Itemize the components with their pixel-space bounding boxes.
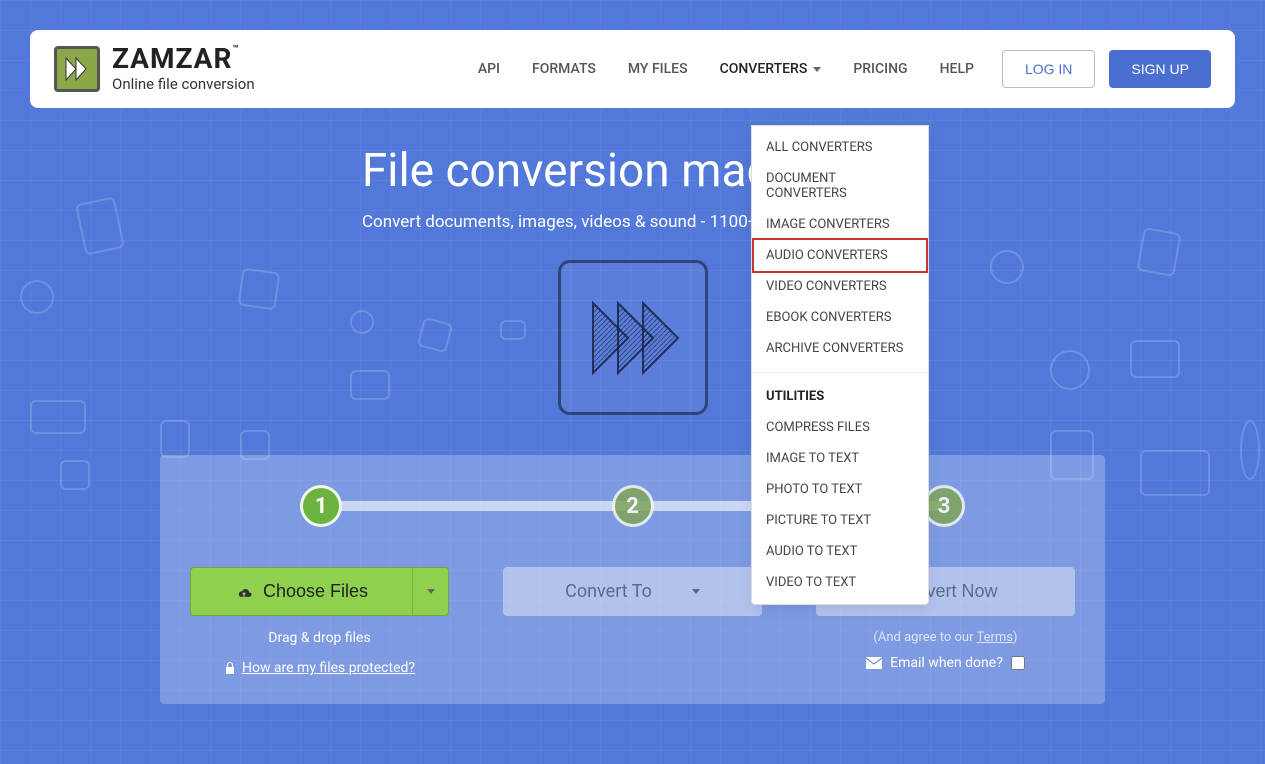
chevron-down-icon: [813, 67, 821, 72]
email-checkbox[interactable]: [1011, 656, 1025, 670]
email-icon: [866, 657, 882, 669]
dropdown-util-picture-to-text[interactable]: PICTURE TO TEXT: [752, 505, 928, 536]
files-protected-link[interactable]: How are my files protected?: [224, 660, 415, 676]
nav-api[interactable]: API: [464, 53, 514, 85]
logo-icon: [54, 46, 100, 92]
step-2: 2: [612, 485, 654, 527]
convert-to-col: Convert To: [503, 567, 762, 676]
dropdown-item-document[interactable]: DOCUMENT CONVERTERS: [752, 163, 928, 209]
cloud-upload-icon: [235, 585, 253, 599]
hero-subtitle: Convert documents, images, videos & soun…: [0, 212, 1265, 232]
signup-button[interactable]: SIGN UP: [1109, 50, 1211, 88]
dropdown-item-image[interactable]: IMAGE CONVERTERS: [752, 209, 928, 240]
hero-logo-icon: [558, 260, 708, 415]
dropdown-utilities-header: UTILITIES: [752, 381, 928, 412]
chevron-down-icon: [692, 589, 700, 594]
drag-drop-hint: Drag & drop files: [268, 630, 370, 646]
convert-to-label: Convert To: [565, 581, 652, 602]
dropdown-util-photo-to-text[interactable]: PHOTO TO TEXT: [752, 474, 928, 505]
lock-icon: [224, 661, 236, 675]
hero: File conversion made easy Convert docume…: [0, 144, 1265, 415]
nav-myfiles[interactable]: MY FILES: [614, 53, 702, 85]
files-protected-text: How are my files protected?: [242, 660, 415, 676]
logo-text: ZAMZAR™ Online file conversion: [112, 45, 255, 93]
brand-name: ZAMZAR: [112, 42, 232, 75]
dropdown-item-archive[interactable]: ARCHIVE CONVERTERS: [752, 333, 928, 364]
email-label: Email when done?: [890, 655, 1003, 671]
main-nav: API FORMATS MY FILES CONVERTERS PRICING …: [464, 50, 1211, 88]
nav-help[interactable]: HELP: [926, 53, 988, 85]
nav-formats[interactable]: FORMATS: [518, 53, 610, 85]
step-1: 1: [300, 485, 342, 527]
nav-converters[interactable]: CONVERTERS: [706, 53, 836, 85]
login-button[interactable]: LOG IN: [1002, 50, 1095, 88]
choose-files-button-group: Choose Files: [190, 567, 449, 616]
choose-files-col: Choose Files Drag & drop files How are m…: [190, 567, 449, 676]
hero-title: File conversion made easy: [0, 144, 1265, 198]
dropdown-util-image-to-text[interactable]: IMAGE TO TEXT: [752, 443, 928, 474]
dropdown-util-audio-to-text[interactable]: AUDIO TO TEXT: [752, 536, 928, 567]
terms-prefix: (And agree to our: [873, 630, 976, 645]
steps-panel: 1 2 3 Choose Files Drag & drop files How…: [160, 455, 1105, 704]
terms-suffix: ): [1013, 630, 1018, 645]
email-when-done: Email when done?: [866, 655, 1025, 671]
convert-to-select[interactable]: Convert To: [503, 567, 762, 616]
dropdown-item-all[interactable]: ALL CONVERTERS: [752, 132, 928, 163]
dropdown-util-video-to-text[interactable]: VIDEO TO TEXT: [752, 567, 928, 598]
brand-tagline: Online file conversion: [112, 75, 255, 93]
nav-converters-label: CONVERTERS: [720, 61, 808, 77]
header: ZAMZAR™ Online file conversion API FORMA…: [30, 30, 1235, 108]
dropdown-item-audio[interactable]: AUDIO CONVERTERS: [752, 238, 928, 273]
trademark: ™: [232, 44, 239, 55]
choose-files-caret-button[interactable]: [413, 567, 449, 616]
terms-hint: (And agree to our Terms): [873, 630, 1017, 645]
step-3: 3: [923, 485, 965, 527]
chevron-down-icon: [427, 589, 435, 594]
choose-files-label: Choose Files: [263, 581, 368, 602]
nav-pricing[interactable]: PRICING: [839, 53, 921, 85]
dropdown-item-ebook[interactable]: EBOOK CONVERTERS: [752, 302, 928, 333]
actions-row: Choose Files Drag & drop files How are m…: [190, 567, 1075, 676]
terms-link[interactable]: Terms: [976, 630, 1013, 645]
dropdown-divider: [752, 372, 928, 373]
dropdown-util-compress[interactable]: COMPRESS FILES: [752, 412, 928, 443]
choose-files-button[interactable]: Choose Files: [190, 567, 413, 616]
converters-dropdown: ALL CONVERTERS DOCUMENT CONVERTERS IMAGE…: [751, 125, 929, 605]
dropdown-item-video[interactable]: VIDEO CONVERTERS: [752, 271, 928, 302]
